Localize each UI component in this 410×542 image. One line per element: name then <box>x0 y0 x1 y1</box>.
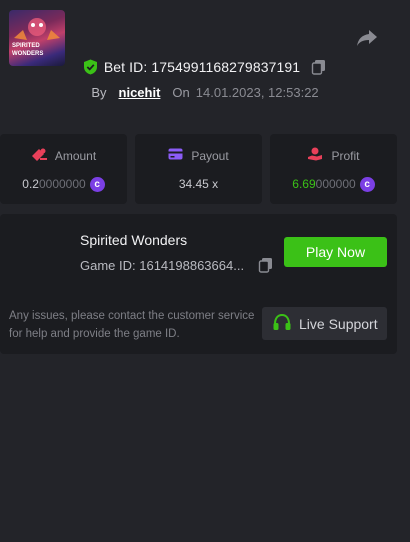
amount-value: 0.2 0000000 c <box>22 176 105 192</box>
share-icon[interactable] <box>356 28 378 48</box>
play-now-button[interactable]: Play Now <box>284 237 387 267</box>
support-help-text: Any issues, please contact the customer … <box>9 310 255 340</box>
username-link[interactable]: nicehit <box>119 85 161 100</box>
copy-icon[interactable] <box>311 59 327 75</box>
copy-icon[interactable] <box>258 257 274 273</box>
thumb-title-line1: SPIRITED <box>12 43 40 49</box>
payout-label: Payout <box>191 149 229 163</box>
profit-label: Profit <box>331 149 360 163</box>
profit-icon <box>307 147 323 166</box>
headset-icon <box>273 313 291 334</box>
live-support-button[interactable]: Live Support <box>262 307 387 340</box>
by-label: By <box>91 84 107 100</box>
payout-value: 34.45 x <box>178 177 219 191</box>
on-label: On <box>172 84 190 100</box>
game-id: Game ID: 1614198863664... <box>80 258 245 273</box>
bet-date: 14.01.2023, 12:53:22 <box>195 84 319 100</box>
coin-icon: c <box>89 176 105 192</box>
payout-card: Payout 34.45 x <box>135 134 262 204</box>
profit-value: 6.69 000000 c <box>292 176 375 192</box>
bet-id: Bet ID: 1754991168279837191 <box>103 59 301 75</box>
verified-shield-icon <box>83 59 98 75</box>
live-support-label: Live Support <box>299 315 378 332</box>
amount-card: Amount 0.2 0000000 c <box>0 134 127 204</box>
payout-icon <box>168 147 183 165</box>
bet-byline: By nicehit On 14.01.2023, 12:53:22 <box>0 82 410 102</box>
game-thumbnail[interactable]: SPIRITED WONDERS <box>9 10 65 66</box>
amount-label: Amount <box>54 149 97 163</box>
coin-icon: c <box>359 176 375 192</box>
amount-icon <box>31 147 47 166</box>
thumb-title-line2: WONDERS <box>12 51 44 57</box>
game-title: Spirited Wonders <box>80 232 188 248</box>
profit-card: Profit 6.69 000000 c <box>270 134 397 204</box>
